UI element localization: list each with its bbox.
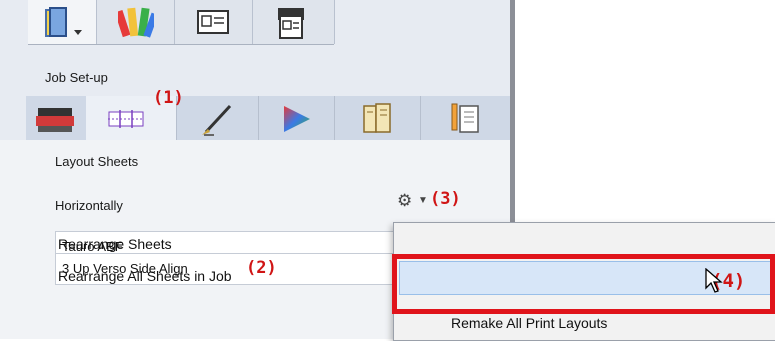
gear-icon[interactable]: ⚙ (397, 191, 412, 211)
top-tab-printer-doc[interactable] (252, 0, 335, 44)
color-triangle-icon (284, 106, 310, 132)
top-tab-strip (28, 0, 335, 45)
printer-icon (36, 108, 74, 132)
book-icon (45, 7, 82, 37)
top-tab-colors[interactable] (96, 0, 175, 44)
pen-icon (202, 104, 232, 136)
color-swatches-icon (118, 7, 154, 38)
menu-item-remake-layouts[interactable]: Remake All Print Layouts (451, 315, 607, 331)
layout-grid-icon (108, 110, 144, 128)
top-tab-book[interactable] (28, 0, 97, 44)
annotation-1: (1) (153, 88, 184, 108)
binder-icon (363, 103, 391, 133)
tab-binder[interactable] (334, 96, 421, 140)
menu-item-rearrange-all-sheets[interactable]: Rearrange All Sheets in Job (58, 268, 232, 284)
section-label: Job Set-up (45, 70, 108, 85)
annotation-3: (3) (430, 189, 461, 209)
pencil-document-icon (451, 103, 479, 133)
tab-pen[interactable] (176, 96, 259, 140)
layout-sheets-heading: Layout Sheets (55, 154, 139, 169)
tab-printer[interactable] (26, 96, 87, 140)
menu-item-rearrange-sheets[interactable]: Rearrange Sheets (58, 236, 172, 252)
menu-item-clip: Remake All Print Layouts (393, 313, 775, 339)
orientation-label: Horizontally (55, 198, 123, 213)
chevron-down-icon[interactable]: ▼ (418, 195, 428, 206)
tab-color-management[interactable] (258, 96, 335, 140)
tab-document-edit[interactable] (420, 96, 510, 140)
id-card-icon (197, 10, 229, 34)
top-tab-idcard[interactable] (174, 0, 253, 44)
printer-document-icon (278, 8, 304, 39)
job-setup-tab-row (26, 96, 510, 141)
mouse-cursor-icon (705, 268, 723, 293)
annotation-2: (2) (246, 258, 277, 278)
